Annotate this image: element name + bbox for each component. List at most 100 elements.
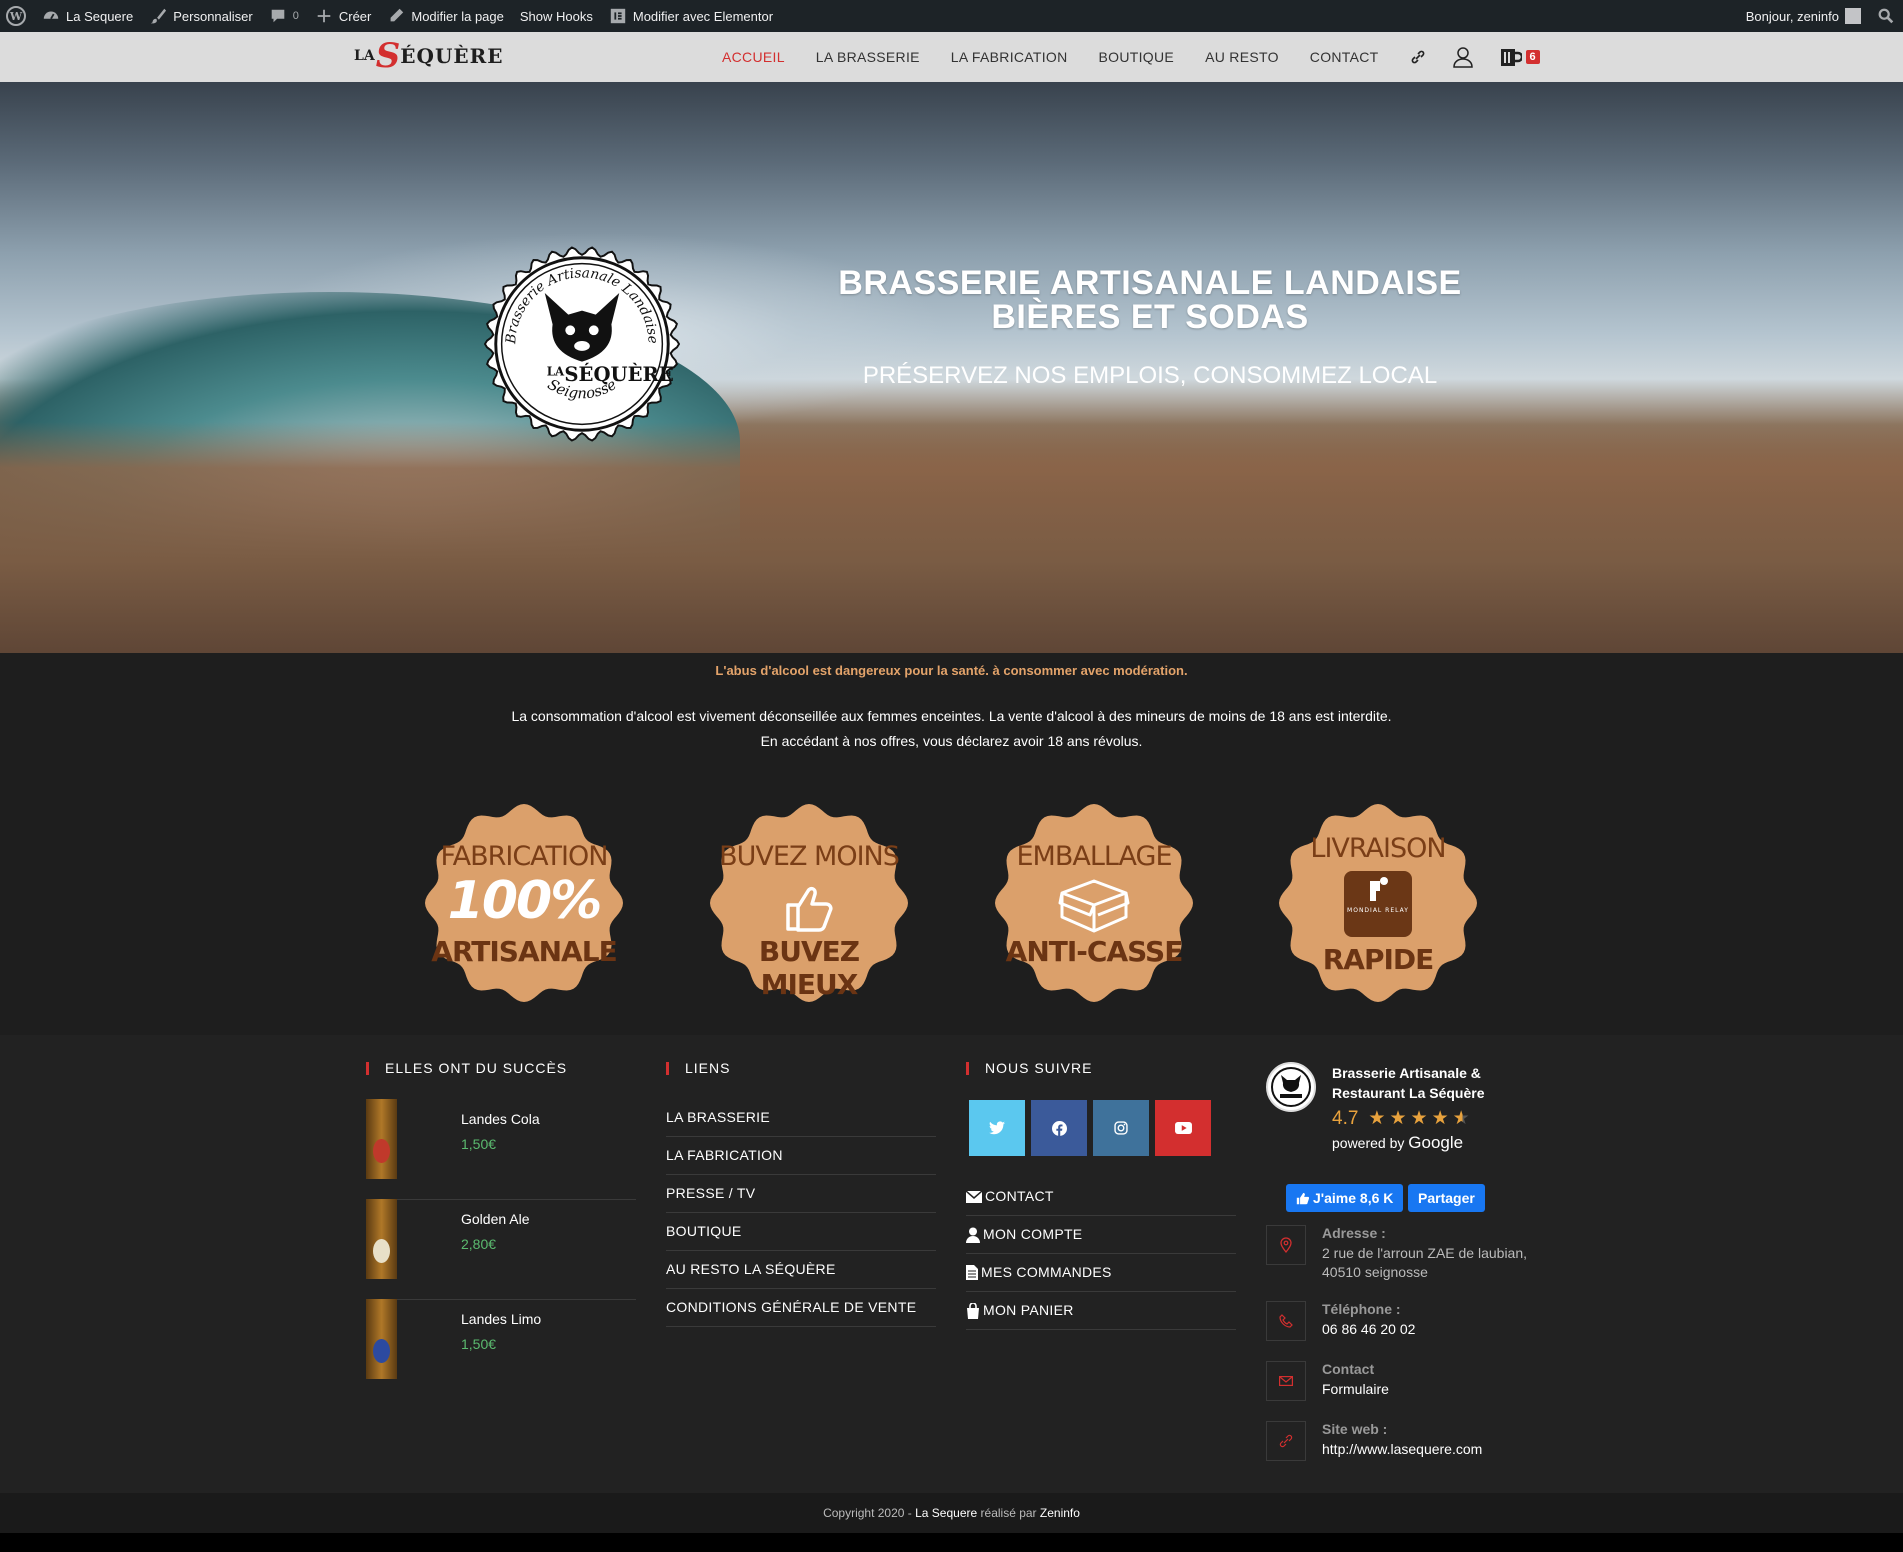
- badge-emballage: EMBALLAGE ANTI-CASSE: [994, 803, 1194, 1003]
- main-nav: ACCUEIL LA BRASSERIE LA FABRICATION BOUT…: [722, 32, 1540, 82]
- contact-value[interactable]: Formulaire: [1322, 1380, 1389, 1399]
- nav-item-contact[interactable]: CONTACT: [1310, 49, 1379, 65]
- footer-link-brasserie[interactable]: LA BRASSERIE: [666, 1099, 936, 1137]
- product-item[interactable]: Landes Limo 1,50€: [366, 1299, 636, 1399]
- link-icon: [1266, 1421, 1306, 1461]
- wp-logo-menu[interactable]: W: [0, 0, 34, 32]
- nav-item-accueil[interactable]: ACCUEIL: [722, 49, 785, 65]
- product-thumbnail[interactable]: [366, 1099, 397, 1179]
- instagram-button[interactable]: [1093, 1100, 1149, 1156]
- shopping-bag-icon: [967, 1302, 979, 1319]
- account-link-mon-compte[interactable]: MON COMPTE: [966, 1216, 1236, 1254]
- admin-search-button[interactable]: [1869, 0, 1903, 32]
- bottle-label: [373, 1339, 390, 1363]
- product-thumbnail[interactable]: [366, 1199, 397, 1279]
- widget-title-links: LIENS: [666, 1061, 730, 1075]
- copyright-bar: Copyright 2020 - La Sequere réalisé par …: [0, 1493, 1903, 1533]
- bottom-strip: [0, 1533, 1903, 1552]
- phone-value[interactable]: 06 86 46 20 02: [1322, 1320, 1415, 1339]
- brush-icon: [151, 8, 167, 24]
- nav-item-la-fabrication[interactable]: LA FABRICATION: [951, 49, 1068, 65]
- facebook-icon: [1051, 1120, 1067, 1136]
- elementor-icon: [610, 8, 626, 24]
- facebook-share-button[interactable]: Partager: [1408, 1184, 1485, 1212]
- account-link-panier[interactable]: MON PANIER: [966, 1292, 1236, 1330]
- nav-item-au-resto[interactable]: AU RESTO: [1205, 49, 1279, 65]
- youtube-button[interactable]: [1155, 1100, 1211, 1156]
- link-icon[interactable]: [1410, 49, 1426, 65]
- star-icon: ★: [1410, 1108, 1428, 1129]
- alcohol-warning-section: L'abus d'alcool est dangereux pour la sa…: [0, 653, 1903, 1035]
- star-icon: ★: [1389, 1108, 1407, 1129]
- business-name[interactable]: Brasserie Artisanale & Restaurant La Séq…: [1332, 1063, 1512, 1103]
- phone-label: Téléphone :: [1322, 1301, 1401, 1317]
- copyright-prefix: Copyright 2020 -: [823, 1506, 916, 1520]
- product-item[interactable]: Landes Cola 1,50€: [366, 1099, 636, 1200]
- account-link-label: MON PANIER: [983, 1302, 1074, 1318]
- account-link-contact[interactable]: CONTACT: [966, 1178, 1236, 1216]
- copyright-author-link[interactable]: Zeninfo: [1040, 1506, 1080, 1520]
- footer-link-fabrication[interactable]: LA FABRICATION: [666, 1137, 936, 1175]
- twitter-button[interactable]: [969, 1100, 1025, 1156]
- product-name[interactable]: Landes Limo: [461, 1311, 541, 1327]
- google-rating: 4.7 ★ ★ ★ ★ ★: [1332, 1107, 1470, 1130]
- badge-bottom-text: ARTISANALE: [431, 935, 617, 968]
- cart-button[interactable]: 6: [1500, 47, 1540, 67]
- user-icon[interactable]: [1452, 46, 1474, 68]
- mail-icon: [1266, 1361, 1306, 1401]
- address-line2: 40510 seignosse: [1322, 1264, 1428, 1280]
- nav-item-boutique[interactable]: BOUTIQUE: [1099, 49, 1175, 65]
- product-name[interactable]: Landes Cola: [461, 1111, 540, 1127]
- edit-elementor-button[interactable]: Modifier avec Elementor: [601, 0, 781, 32]
- cart-count-badge: 6: [1525, 50, 1540, 64]
- share-label: Partager: [1418, 1190, 1475, 1206]
- pencil-icon: [390, 8, 404, 22]
- product-item[interactable]: Golden Ale 2,80€: [366, 1199, 636, 1300]
- product-name[interactable]: Golden Ale: [461, 1211, 530, 1227]
- site-value[interactable]: http://www.lasequere.com: [1322, 1440, 1482, 1459]
- badge-buvez: BUVEZ MOINS BUVEZ MIEUX: [709, 803, 909, 1003]
- widget-title-follow: NOUS SUIVRE: [966, 1061, 1092, 1075]
- address-line1: 2 rue de l'arroun ZAE de laubian,: [1322, 1245, 1528, 1261]
- nav-item-la-brasserie[interactable]: LA BRASSERIE: [816, 49, 920, 65]
- show-hooks-label: Show Hooks: [519, 8, 593, 24]
- warning-line2: En accédant à nos offres, vous déclarez …: [760, 733, 1143, 749]
- star-half-icon: ★: [1452, 1108, 1470, 1129]
- facebook-button[interactable]: [1031, 1100, 1087, 1156]
- show-hooks-button[interactable]: Show Hooks: [512, 0, 601, 32]
- new-content-button[interactable]: Créer: [307, 0, 380, 32]
- brewery-seal-mini: [1271, 1067, 1311, 1107]
- badge-percent-text: 100%: [447, 871, 603, 931]
- footer-link-cgv[interactable]: CONDITIONS GÉNÉRALE DE VENTE: [666, 1289, 936, 1327]
- edit-elementor-label: Modifier avec Elementor: [632, 8, 774, 24]
- map-pin-icon: [1266, 1225, 1306, 1265]
- product-price: 1,50€: [461, 1336, 497, 1352]
- customize-label: Personnaliser: [173, 8, 253, 24]
- footer-link-resto[interactable]: AU RESTO LA SÉQUÈRE: [666, 1251, 936, 1289]
- product-thumbnail[interactable]: [366, 1299, 397, 1379]
- comments-button[interactable]: 0: [261, 0, 307, 32]
- edit-page-button[interactable]: Modifier la page: [379, 0, 512, 32]
- star-icon: ★: [1431, 1108, 1449, 1129]
- avatar: [1845, 8, 1861, 24]
- site-name-menu[interactable]: La Sequere: [34, 0, 141, 32]
- customize-button[interactable]: Personnaliser: [141, 0, 261, 32]
- hero-title-line2: BIÈRES ET SODAS: [991, 298, 1309, 336]
- badge-top-text: LIVRAISON: [1310, 833, 1446, 864]
- footer-link-presse[interactable]: PRESSE / TV: [666, 1175, 936, 1213]
- site-header: LA S ÉQUÈRE ACCUEIL LA BRASSERIE LA FABR…: [0, 32, 1903, 82]
- copyright-site-link[interactable]: La Sequere: [915, 1506, 977, 1520]
- badge-bottom-text: RAPIDE: [1322, 943, 1435, 976]
- youtube-icon: [1174, 1122, 1192, 1134]
- widget-title-bestsellers: ELLES ONT DU SUCCÈS: [366, 1061, 567, 1075]
- wordpress-icon: W: [6, 6, 26, 26]
- hero-title: BRASSERIE ARTISANALE LANDAISE BIÈRES ET …: [780, 266, 1520, 334]
- my-account-menu[interactable]: Bonjour, zeninfo: [1738, 0, 1869, 32]
- facebook-like-button[interactable]: J'aime 8,6 K: [1286, 1184, 1404, 1212]
- thumbs-up-icon: [786, 886, 833, 932]
- site-logo[interactable]: LA S ÉQUÈRE: [354, 37, 504, 75]
- wp-admin-bar: W La Sequere Personnaliser 0 Créer Modif…: [0, 0, 1903, 32]
- footer-link-boutique[interactable]: BOUTIQUE: [666, 1213, 936, 1251]
- account-link-commandes[interactable]: MES COMMANDES: [966, 1254, 1236, 1292]
- social-buttons: [969, 1100, 1211, 1156]
